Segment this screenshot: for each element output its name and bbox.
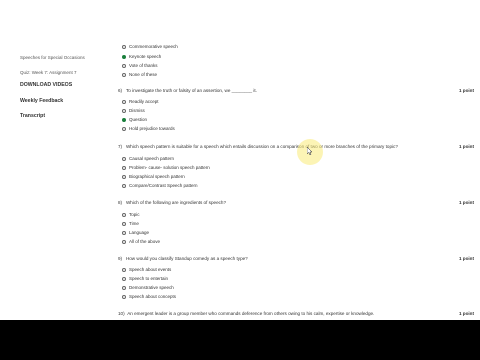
radio-button[interactable] xyxy=(122,99,126,104)
option-label: Problem- cause- solution speech pattern xyxy=(129,165,210,170)
option-hold-prejudice[interactable]: Hold prejudice towards xyxy=(122,126,175,131)
option-label: Speech about events xyxy=(129,267,172,272)
option-label: Speech about concepts xyxy=(129,294,177,299)
mouse-cursor-icon xyxy=(307,147,313,155)
question-block: Commemorative speech Keynote speech Vote… xyxy=(118,42,474,82)
radio-button[interactable] xyxy=(122,174,126,179)
option-speech-to-entertain[interactable]: Speech to entertain xyxy=(122,276,168,281)
option-label: Language xyxy=(129,230,150,235)
question-text: 9) How would you classify Standup comedy… xyxy=(118,256,248,261)
question-points: 1 point xyxy=(458,88,474,93)
sidebar-item-label: Weekly Feedback xyxy=(20,98,64,104)
question-points: 1 point xyxy=(458,200,474,205)
sidebar-item-label: Transcript xyxy=(20,113,46,119)
radio-button[interactable] xyxy=(122,126,126,131)
question-points: 1 point xyxy=(458,311,474,316)
question-text: 6) To investigate the truth or falsity o… xyxy=(118,88,257,93)
sidebar-item-label: DOWNLOAD VIDEOS xyxy=(20,82,73,88)
radio-button[interactable] xyxy=(122,267,126,272)
option-vote-of-thanks[interactable]: Vote of thanks xyxy=(122,63,158,68)
option-label: Question xyxy=(129,117,148,122)
option-topic[interactable]: Topic xyxy=(122,212,140,217)
option-question[interactable]: Question xyxy=(122,117,147,122)
radio-button[interactable] xyxy=(122,44,126,49)
question-block: 10) An emergent leader is a group member… xyxy=(118,311,474,320)
radio-button[interactable] xyxy=(122,285,126,290)
radio-button[interactable] xyxy=(122,230,126,235)
question-points: 1 point xyxy=(458,144,474,149)
radio-button-selected[interactable] xyxy=(122,54,126,59)
sidebar-item-label: Quiz: Week 7: Assignment 7 xyxy=(20,70,77,75)
option-label: Topic xyxy=(129,212,140,217)
radio-button[interactable] xyxy=(122,156,126,161)
sidebar-item-download-videos[interactable]: DOWNLOAD VIDEOS xyxy=(20,82,72,88)
option-readily-accept[interactable]: Readily accept xyxy=(122,99,159,104)
option-label: Readily accept xyxy=(129,99,159,104)
option-demonstrative-speech[interactable]: Demonstrative speech xyxy=(122,285,174,290)
option-causal[interactable]: Causal speech pattern xyxy=(122,156,174,161)
option-label: Keynote speech xyxy=(129,54,162,59)
option-label: Speech to entertain xyxy=(129,276,169,281)
radio-button[interactable] xyxy=(122,183,126,188)
option-label: Hold prejudice towards xyxy=(129,126,175,131)
option-commemorative-speech[interactable]: Commemorative speech xyxy=(122,44,178,49)
option-label: Compare/Contrast Speech pattern xyxy=(129,183,198,188)
radio-button[interactable] xyxy=(122,212,126,217)
option-label: Biographical speech pattern xyxy=(129,174,185,179)
option-dismiss[interactable]: Dismiss xyxy=(122,108,145,113)
option-language[interactable]: Language xyxy=(122,230,149,235)
radio-button[interactable] xyxy=(122,221,126,226)
option-time[interactable]: Time xyxy=(122,221,139,226)
radio-button[interactable] xyxy=(122,276,126,281)
option-label: Dismiss xyxy=(129,108,145,113)
sidebar: Speeches for Special Occasions Quiz: Wee… xyxy=(0,0,104,320)
radio-button[interactable] xyxy=(122,72,126,77)
quiz-page: Speeches for Special Occasions Quiz: Wee… xyxy=(0,0,480,320)
sidebar-item-quiz-week-7[interactable]: Quiz: Week 7: Assignment 7 xyxy=(20,70,76,76)
question-block: 6) To investigate the truth or falsity o… xyxy=(118,88,474,138)
option-label: Demonstrative speech xyxy=(129,285,174,290)
option-compare-contrast[interactable]: Compare/Contrast Speech pattern xyxy=(122,183,198,188)
option-label: Time xyxy=(129,221,139,226)
option-all-of-the-above[interactable]: All of the above xyxy=(122,239,160,244)
option-label: Causal speech pattern xyxy=(129,156,175,161)
option-none-of-these[interactable]: None of these xyxy=(122,72,157,77)
question-text: 8) Which of the following are ingredient… xyxy=(118,200,227,205)
question-text: 10) An emergent leader is a group member… xyxy=(118,311,375,316)
radio-button[interactable] xyxy=(122,165,126,170)
question-block: 9) How would you classify Standup comedy… xyxy=(118,256,474,306)
sidebar-item-label: Speeches for Special Occasions xyxy=(20,55,85,60)
option-problem-cause-solution[interactable]: Problem- cause- solution speech pattern xyxy=(122,165,210,170)
question-text: 7) Which speech pattern is suitable for … xyxy=(118,144,398,149)
sidebar-item-transcript[interactable]: Transcript xyxy=(20,113,45,119)
option-label: Vote of thanks xyxy=(129,63,158,68)
radio-button-selected[interactable] xyxy=(122,117,126,122)
option-label: Commemorative speech xyxy=(129,44,178,49)
sidebar-item-weekly-feedback[interactable]: Weekly Feedback xyxy=(20,98,63,104)
question-block: 8) Which of the following are ingredient… xyxy=(118,200,474,250)
question-points: 1 point xyxy=(458,256,474,261)
radio-button[interactable] xyxy=(122,108,126,113)
question-block: 7) Which speech pattern is suitable for … xyxy=(118,144,474,194)
option-speech-about-concepts[interactable]: Speech about concepts xyxy=(122,294,176,299)
option-biographical[interactable]: Biographical speech pattern xyxy=(122,174,185,179)
sidebar-item-special-occasions[interactable]: Speeches for Special Occasions xyxy=(20,55,85,61)
option-speech-about-events[interactable]: Speech about events xyxy=(122,267,171,272)
option-label: All of the above xyxy=(129,239,161,244)
option-label: None of these xyxy=(129,72,158,77)
radio-button[interactable] xyxy=(122,239,126,244)
radio-button[interactable] xyxy=(122,63,126,68)
radio-button[interactable] xyxy=(122,294,126,299)
option-keynote-speech[interactable]: Keynote speech xyxy=(122,54,161,59)
